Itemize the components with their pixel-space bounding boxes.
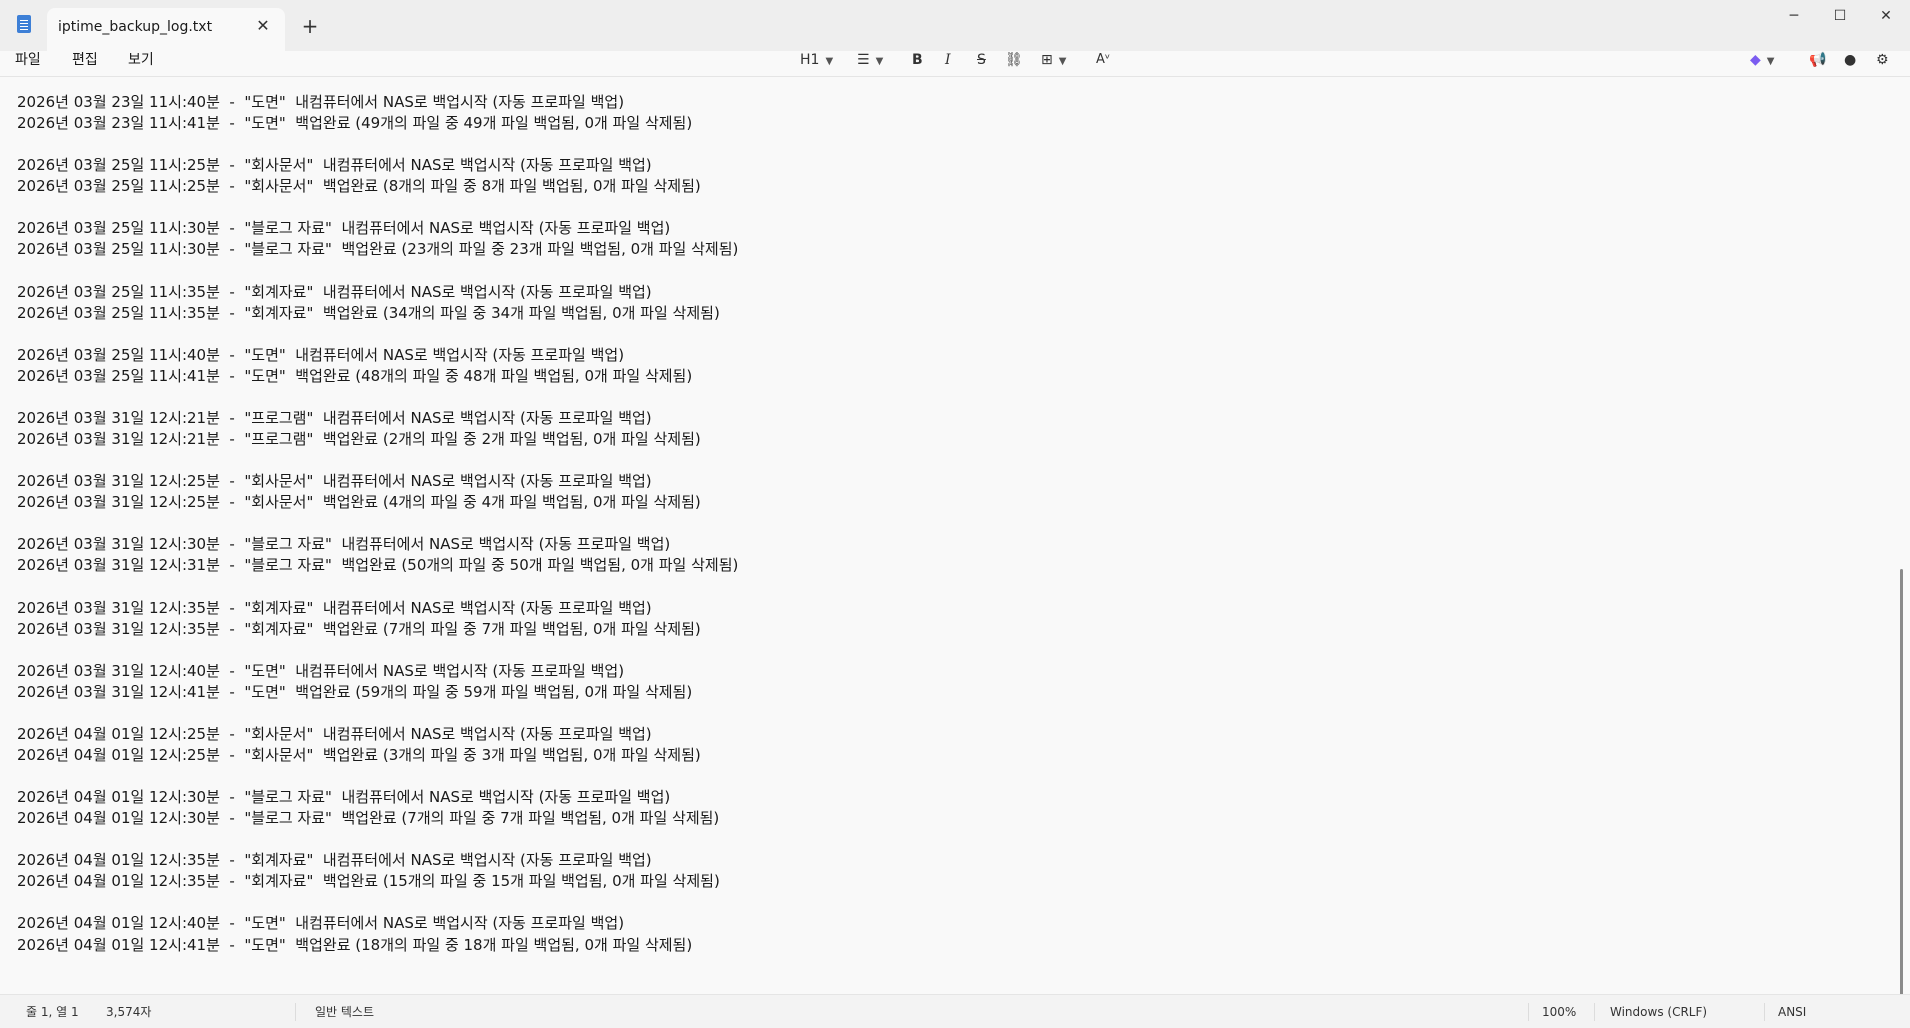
text-editor[interactable]: 2026년 03월 23일 11시:40분 - "도면" 내컴퓨터에서 NAS로… <box>0 77 1910 994</box>
log-line: 2026년 03월 31일 12시:25분 - "회사문서" 내컴퓨터에서 NA… <box>17 472 652 491</box>
log-line: 2026년 03월 25일 11시:25분 - "회사문서" 백업완료 (8개의… <box>17 177 701 196</box>
log-line: 2026년 03월 31일 12시:35분 - "회계자료" 백업완료 (7개의… <box>17 619 701 638</box>
chevron-down-icon: ▼ <box>1766 56 1775 67</box>
list-icon: ☰ <box>857 52 870 68</box>
log-line: 2026년 04월 01일 12시:35분 - "회계자료" 백업완료 (15개… <box>17 872 720 891</box>
log-line: 2026년 04월 01일 12시:40분 - "도면" 내컴퓨터에서 NAS로… <box>17 914 625 933</box>
tab-active[interactable]: iptime_backup_log.txt ✕ <box>47 8 285 51</box>
heading-label: H1 <box>800 52 820 68</box>
text-format: 일반 텍스트 <box>315 1005 375 1019</box>
log-line: 2026년 03월 31일 12시:25분 - "회사문서" 백업완료 (4개의… <box>17 493 701 512</box>
log-line: 2026년 03월 31일 12시:21분 - "프로그램" 내컴퓨터에서 NA… <box>17 408 652 427</box>
document-text[interactable]: 2026년 03월 23일 11시:40분 - "도면" 내컴퓨터에서 NAS로… <box>17 92 738 956</box>
bold-button[interactable]: B <box>912 51 923 71</box>
log-line: 2026년 03월 31일 12시:35분 - "회계자료" 내컴퓨터에서 NA… <box>17 598 652 617</box>
new-tab-button[interactable]: + <box>298 14 322 38</box>
list-dropdown[interactable]: ☰ ▼ <box>857 51 883 71</box>
zoom-level[interactable]: 100% <box>1542 1005 1576 1019</box>
table-icon: ⊞ <box>1041 52 1053 68</box>
chevron-down-icon: ▼ <box>875 56 884 67</box>
log-line: 2026년 04월 01일 12시:41분 - "도면" 백업완료 (18개의 … <box>17 935 693 954</box>
title-bar: iptime_backup_log.txt ✕ + ─ ☐ ✕ <box>0 0 1910 51</box>
tab-title: iptime_backup_log.txt <box>58 19 213 35</box>
clear-format-button[interactable]: Aᵛ <box>1096 51 1110 71</box>
log-line: 2026년 04월 01일 12시:25분 - "회사문서" 내컴퓨터에서 NA… <box>17 724 652 743</box>
log-line: 2026년 03월 25일 11시:40분 - "도면" 내컴퓨터에서 NAS로… <box>17 345 625 364</box>
status-divider <box>1764 1003 1765 1021</box>
log-line: 2026년 03월 31일 12시:21분 - "프로그램" 백업완료 (2개의… <box>17 430 701 448</box>
notifications-button[interactable]: 📢 <box>1809 51 1826 71</box>
tab-close-icon[interactable]: ✕ <box>253 16 273 36</box>
status-bar: 줄 1, 열 1 3,574자 일반 텍스트 100% Windows (CRL… <box>0 994 1910 1028</box>
strikethrough-button[interactable]: S <box>977 51 986 71</box>
menu-toolbar-bar: 파일 편집 보기 H1 ▼ ☰ ▼ B I S ⛓ ⊞ ▼ Aᵛ ◆ ▼ 📢 ● ⚙ <box>0 51 1910 75</box>
status-divider <box>1594 1003 1595 1021</box>
log-line: 2026년 03월 31일 12시:40분 - "도면" 내컴퓨터에서 NAS로… <box>17 661 625 680</box>
log-line: 2026년 03월 25일 11시:41분 - "도면" 백업완료 (48개의 … <box>17 366 693 385</box>
cursor-position: 줄 1, 열 1 <box>26 1005 79 1019</box>
character-count: 3,574자 <box>106 1005 152 1019</box>
vertical-scrollbar[interactable] <box>1900 569 1903 994</box>
log-line: 2026년 03월 25일 11시:35분 - "회계자료" 백업완료 (34개… <box>17 303 720 322</box>
log-line: 2026년 04월 01일 12시:35분 - "회계자료" 내컴퓨터에서 NA… <box>17 851 652 870</box>
log-line: 2026년 03월 23일 11시:41분 - "도면" 백업완료 (49개의 … <box>17 114 693 133</box>
notepad-app-icon <box>17 15 31 33</box>
italic-button[interactable]: I <box>945 51 951 71</box>
copilot-icon: ◆ <box>1750 52 1761 68</box>
close-window-icon[interactable]: ✕ <box>1863 4 1909 28</box>
log-line: 2026년 03월 25일 11시:25분 - "회사문서" 내컴퓨터에서 NA… <box>17 156 652 175</box>
log-line: 2026년 04월 01일 12시:30분 - "블로그 자료" 내컴퓨터에서 … <box>17 788 671 807</box>
log-line: 2026년 03월 25일 11시:35분 - "회계자료" 내컴퓨터에서 NA… <box>17 282 652 301</box>
log-line: 2026년 03월 25일 11시:30분 - "블로그 자료" 내컴퓨터에서 … <box>17 219 671 238</box>
settings-button[interactable]: ⚙ <box>1876 51 1889 71</box>
link-button[interactable]: ⛓ <box>1005 51 1023 71</box>
log-line: 2026년 03월 23일 11시:40분 - "도면" 내컴퓨터에서 NAS로… <box>17 93 625 111</box>
menu-file[interactable]: 파일 <box>15 51 41 69</box>
log-line: 2026년 04월 01일 12시:25분 - "회사문서" 백업완료 (3개의… <box>17 745 701 764</box>
menu-edit[interactable]: 편집 <box>72 51 98 69</box>
person-icon: ● <box>1844 52 1857 68</box>
link-icon: ⛓ <box>1005 52 1023 68</box>
table-dropdown[interactable]: ⊞ ▼ <box>1041 51 1066 71</box>
encoding[interactable]: ANSI <box>1778 1005 1806 1019</box>
maximize-icon[interactable]: ☐ <box>1817 4 1863 28</box>
status-divider <box>295 1003 296 1021</box>
status-divider <box>1528 1003 1529 1021</box>
line-ending[interactable]: Windows (CRLF) <box>1610 1005 1707 1019</box>
log-line: 2026년 04월 01일 12시:30분 - "블로그 자료" 백업완료 (7… <box>17 809 720 828</box>
minimize-icon[interactable]: ─ <box>1771 4 1817 28</box>
chevron-down-icon: ▼ <box>825 56 834 67</box>
heading-dropdown[interactable]: H1 ▼ <box>800 51 833 71</box>
clear-formatting-icon: Aᵛ <box>1096 52 1111 67</box>
account-button[interactable]: ● <box>1844 51 1856 71</box>
megaphone-icon: 📢 <box>1809 52 1827 68</box>
log-line: 2026년 03월 31일 12시:30분 - "블로그 자료" 내컴퓨터에서 … <box>17 535 671 554</box>
log-line: 2026년 03월 31일 12시:31분 - "블로그 자료" 백업완료 (5… <box>17 556 739 575</box>
gear-icon: ⚙ <box>1876 52 1889 68</box>
log-line: 2026년 03월 31일 12시:41분 - "도면" 백업완료 (59개의 … <box>17 682 693 701</box>
log-line: 2026년 03월 25일 11시:30분 - "블로그 자료" 백업완료 (2… <box>17 240 739 259</box>
chevron-down-icon: ▼ <box>1058 56 1067 67</box>
copilot-dropdown[interactable]: ◆ ▼ <box>1750 51 1774 71</box>
menu-view[interactable]: 보기 <box>128 51 154 69</box>
